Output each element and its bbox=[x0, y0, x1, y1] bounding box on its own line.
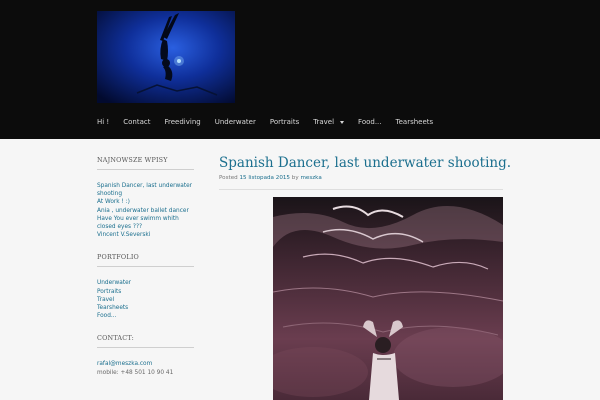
recent-post-link[interactable]: Vincent V.Severski bbox=[97, 231, 194, 239]
recent-posts-widget: NAJNOWSZE WPISY Spanish Dancer, last und… bbox=[97, 156, 194, 239]
recent-post-link[interactable]: Spanish Dancer, last underwater shooting bbox=[97, 182, 194, 198]
post-date-link[interactable]: 15 listopada 2015 bbox=[239, 175, 290, 181]
portfolio-list: Underwater Portraits Travel Tearsheets F… bbox=[97, 279, 194, 320]
portfolio-link-tearsheets[interactable]: Tearsheets bbox=[97, 304, 194, 312]
post-title[interactable]: Spanish Dancer, last underwater shooting… bbox=[219, 155, 511, 172]
widget-divider bbox=[97, 266, 194, 268]
recent-posts-list: Spanish Dancer, last underwater shooting… bbox=[97, 182, 194, 239]
post-author-link[interactable]: meszka bbox=[300, 175, 321, 181]
portfolio-link-portraits[interactable]: Portraits bbox=[97, 288, 194, 296]
widget-divider bbox=[97, 347, 194, 349]
post-meta-by: by bbox=[291, 175, 299, 181]
nav-item-travel-label: Travel bbox=[313, 118, 335, 126]
main-navigation: Hi ! Contact Freediving Underwater Portr… bbox=[97, 116, 447, 128]
contact-email-link[interactable]: rafal@meszka.com bbox=[97, 360, 194, 368]
widget-title-contact: CONTACT: bbox=[97, 334, 134, 343]
post-divider bbox=[219, 189, 503, 190]
nav-item-contact[interactable]: Contact bbox=[123, 116, 150, 128]
chevron-down-icon bbox=[340, 120, 345, 124]
recent-post-link[interactable]: At Work ! :) bbox=[97, 198, 194, 206]
portfolio-link-food[interactable]: Food... bbox=[97, 312, 194, 320]
widget-title-recent: NAJNOWSZE WPISY bbox=[97, 156, 168, 164]
header-photo-freediver[interactable] bbox=[97, 11, 235, 103]
nav-item-travel[interactable]: Travel bbox=[313, 116, 345, 128]
recent-post-link[interactable]: Ania , underwater ballet dancer bbox=[97, 207, 194, 215]
nav-item-tearsheets[interactable]: Tearsheets bbox=[396, 116, 434, 128]
portfolio-link-travel[interactable]: Travel bbox=[97, 296, 194, 304]
recent-post-link[interactable]: Have You ever swimm whith closed eyes ??… bbox=[97, 215, 194, 231]
nav-item-underwater[interactable]: Underwater bbox=[215, 116, 256, 128]
post-article: Spanish Dancer, last underwater shooting… bbox=[219, 155, 511, 190]
widget-title-portfolio: PORTFOLIO bbox=[97, 253, 139, 262]
nav-item-food[interactable]: Food... bbox=[358, 116, 381, 128]
nav-item-portraits[interactable]: Portraits bbox=[270, 116, 299, 128]
post-photo-underwater-dancer[interactable] bbox=[273, 197, 503, 400]
portfolio-widget: PORTFOLIO Underwater Portraits Travel Te… bbox=[97, 253, 194, 320]
nav-item-hi[interactable]: Hi ! bbox=[97, 116, 109, 128]
contact-widget: CONTACT: rafal@meszka.com mobile: +48 50… bbox=[97, 334, 194, 376]
post-meta-prefix: Posted bbox=[219, 175, 238, 181]
portfolio-link-underwater[interactable]: Underwater bbox=[97, 279, 194, 287]
widget-divider bbox=[97, 169, 194, 170]
site-header: Hi ! Contact Freediving Underwater Portr… bbox=[0, 0, 600, 139]
nav-item-freediving[interactable]: Freediving bbox=[164, 116, 200, 128]
post-meta: Posted 15 listopada 2015 by meszka bbox=[219, 174, 503, 182]
contact-mobile: mobile: +48 501 10 90 41 bbox=[97, 369, 174, 376]
sidebar: NAJNOWSZE WPISY Spanish Dancer, last und… bbox=[97, 156, 194, 391]
